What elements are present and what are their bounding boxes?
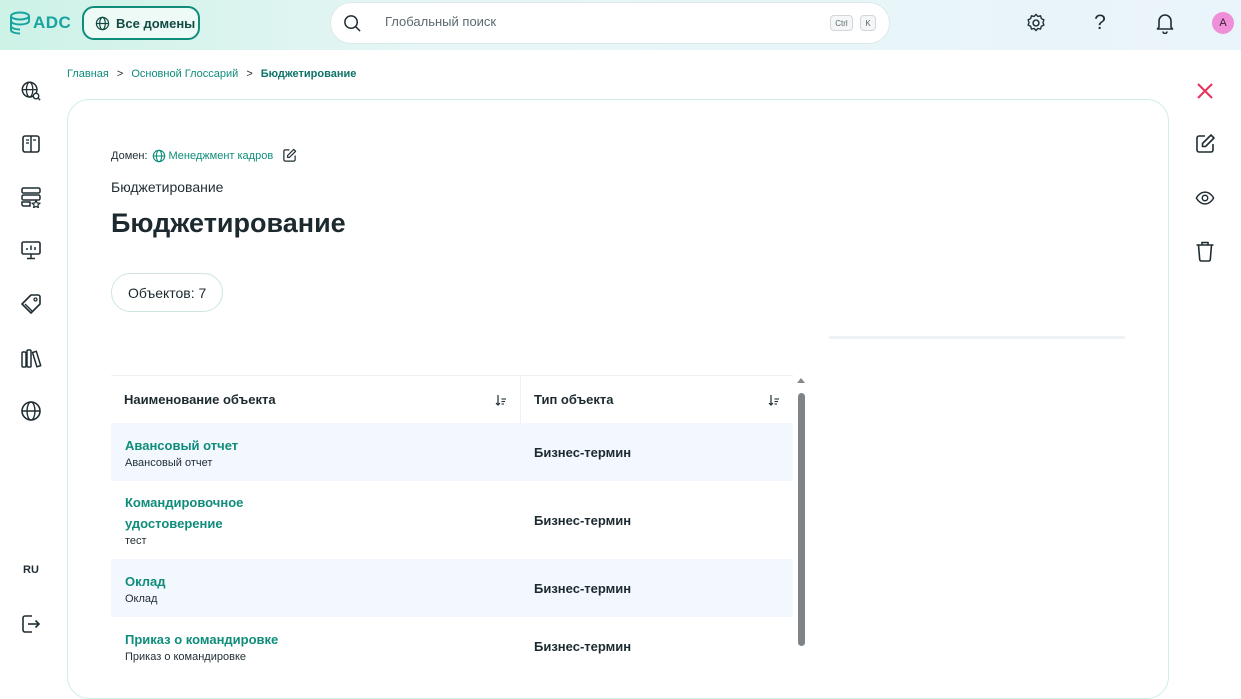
object-name-link[interactable]: Оклад bbox=[125, 571, 507, 592]
column-header-name[interactable]: Наименование объекта bbox=[111, 376, 521, 423]
search-input[interactable] bbox=[385, 14, 785, 29]
object-type: Бизнес-термин bbox=[534, 580, 632, 596]
search-icon bbox=[344, 15, 361, 32]
eye-icon[interactable] bbox=[1193, 186, 1217, 210]
name-cell: Командировочное удостоверение тест bbox=[111, 481, 521, 559]
sort-icon[interactable] bbox=[768, 394, 780, 406]
help-icon[interactable]: ? bbox=[1088, 11, 1112, 35]
object-description: Авансовый отчет bbox=[125, 456, 213, 469]
edit-icon[interactable] bbox=[1193, 132, 1217, 156]
global-search[interactable]: Ctrl K bbox=[330, 2, 890, 44]
language-switch[interactable]: RU bbox=[19, 564, 43, 576]
all-domains-label: Все домены bbox=[116, 15, 196, 31]
logout-icon[interactable] bbox=[19, 612, 43, 636]
table-row[interactable]: Авансовый отчет Авансовый отчет Бизнес-т… bbox=[111, 423, 793, 481]
tags-icon[interactable] bbox=[19, 292, 43, 316]
breadcrumb-separator: > bbox=[116, 68, 124, 80]
scroll-thumb[interactable] bbox=[798, 393, 805, 646]
object-name-link[interactable]: Авансовый отчет bbox=[125, 435, 507, 456]
name-cell: Оклад Оклад bbox=[111, 559, 521, 617]
column-header-type[interactable]: Тип объекта bbox=[521, 376, 793, 423]
name-cell: Авансовый отчет Авансовый отчет bbox=[111, 423, 521, 481]
breadcrumb-glossary[interactable]: Основной Глоссарий bbox=[131, 68, 238, 80]
globe-search-icon[interactable] bbox=[19, 79, 43, 103]
object-type: Бизнес-термин bbox=[534, 512, 632, 528]
object-description: Оклад bbox=[125, 592, 158, 605]
object-description: Приказ о командировке bbox=[125, 650, 246, 663]
all-domains-button[interactable]: Все домены bbox=[82, 6, 200, 40]
object-name-link[interactable]: Командировочное удостоверение bbox=[125, 492, 255, 534]
table-header: Наименование объекта Тип объекта bbox=[111, 375, 793, 423]
page-title: Бюджетирование bbox=[111, 208, 346, 238]
column-header-label: Наименование объекта bbox=[124, 392, 276, 407]
breadcrumb-home[interactable]: Главная bbox=[67, 68, 109, 80]
close-icon[interactable] bbox=[1193, 79, 1217, 103]
table-row[interactable]: Приказ о командировке Приказ о командиро… bbox=[111, 617, 793, 675]
table-row[interactable]: Командировочное удостоверение тест Бизне… bbox=[111, 481, 793, 559]
object-name-link[interactable]: Приказ о командировке bbox=[125, 629, 507, 650]
objects-table: Наименование объекта Тип объекта Авансов… bbox=[111, 375, 793, 675]
domain-row: Домен: Менеджмент кадров bbox=[111, 148, 297, 163]
breadcrumb-separator: > bbox=[246, 68, 253, 80]
domain-label: Домен: bbox=[111, 149, 148, 162]
bell-icon[interactable] bbox=[1153, 11, 1177, 35]
divider bbox=[829, 336, 1125, 339]
shortcut-ctrl: Ctrl bbox=[830, 15, 853, 31]
globe-icon bbox=[95, 16, 110, 30]
objects-count-badge[interactable]: Объектов: 7 bbox=[111, 273, 224, 312]
edit-domain-icon[interactable] bbox=[282, 148, 297, 163]
book-icon[interactable] bbox=[19, 132, 43, 156]
column-header-label: Тип объекта bbox=[534, 392, 614, 407]
monitor-chart-icon[interactable] bbox=[19, 238, 43, 262]
logo-text: ADC bbox=[33, 13, 72, 32]
shortcut-k: K bbox=[860, 15, 876, 31]
domain-link[interactable]: Менеджмент кадров bbox=[152, 149, 274, 163]
breadcrumb: Главная > Основной Глоссарий > Бюджетиро… bbox=[67, 68, 356, 80]
object-type: Бизнес-термин bbox=[534, 638, 632, 654]
scroll-up-arrow[interactable] bbox=[797, 378, 805, 383]
page-subtitle: Бюджетирование bbox=[111, 179, 224, 195]
object-description: тест bbox=[125, 535, 147, 547]
logo-icon bbox=[10, 11, 30, 35]
library-icon[interactable] bbox=[19, 346, 43, 370]
database-star-icon[interactable] bbox=[19, 185, 43, 209]
globe-icon bbox=[152, 149, 165, 162]
settings-icon[interactable] bbox=[1024, 11, 1048, 35]
trash-icon[interactable] bbox=[1193, 239, 1217, 263]
domain-value: Менеджмент кадров bbox=[168, 149, 274, 162]
table-row[interactable]: Оклад Оклад Бизнес-термин bbox=[111, 559, 793, 617]
object-type: Бизнес-термин bbox=[534, 444, 632, 460]
top-bar: ADC Все домены Ctrl K ? A bbox=[0, 0, 1241, 50]
sort-icon[interactable] bbox=[495, 394, 507, 406]
breadcrumb-current: Бюджетирование bbox=[260, 68, 357, 80]
user-avatar[interactable]: A bbox=[1212, 12, 1234, 34]
app-logo[interactable]: ADC bbox=[9, 10, 71, 36]
globe-icon[interactable] bbox=[19, 399, 43, 423]
name-cell: Приказ о командировке Приказ о командиро… bbox=[111, 617, 521, 675]
table-scrollbar[interactable] bbox=[796, 378, 808, 663]
